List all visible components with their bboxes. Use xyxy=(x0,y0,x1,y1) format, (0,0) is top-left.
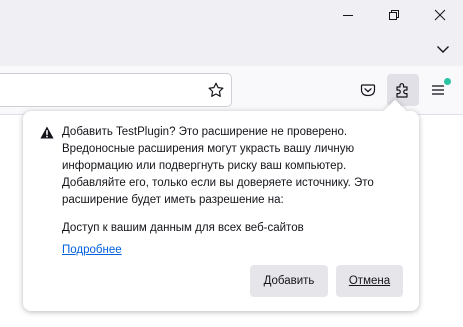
minimize-button[interactable] xyxy=(325,0,371,30)
popup-message-line: Добавить TestPlugin? Это расширение не п… xyxy=(62,126,348,138)
close-button[interactable] xyxy=(417,0,463,30)
cancel-button[interactable]: Отмена xyxy=(336,265,403,297)
bookmark-star-button[interactable] xyxy=(201,75,231,105)
restore-icon xyxy=(389,10,399,20)
url-bar[interactable] xyxy=(0,73,232,107)
minimize-icon xyxy=(343,15,353,16)
add-button[interactable]: Добавить xyxy=(250,265,328,297)
title-bar xyxy=(0,0,463,66)
permission-item: Доступ к вашим данным для всех веб-сайто… xyxy=(62,222,304,234)
app-menu-button[interactable] xyxy=(422,74,454,106)
update-badge xyxy=(444,78,451,85)
popup-message: Добавить TestPlugin? Это расширение не п… xyxy=(62,124,402,209)
cancel-button-label: Отмена xyxy=(348,275,391,287)
list-all-tabs-button[interactable] xyxy=(429,36,457,62)
restore-button[interactable] xyxy=(371,0,417,30)
chevron-down-icon xyxy=(437,46,449,53)
popup-message-line: информацию или подвергнуть риску ваш ком… xyxy=(62,160,347,172)
warning-icon xyxy=(40,126,54,139)
pocket-icon xyxy=(360,84,376,97)
pocket-button[interactable] xyxy=(352,74,384,106)
popup-message-line: Добавляйте его, только если вы доверяете… xyxy=(62,177,374,189)
popup-message-line: расширение будет иметь разрешение на: xyxy=(62,194,284,206)
puzzle-icon xyxy=(396,83,408,98)
close-icon xyxy=(434,9,446,21)
popup-message-line: Вредоносные расширения могут украсть ваш… xyxy=(62,143,355,155)
learn-more-link[interactable]: Подробнее xyxy=(62,242,122,258)
star-icon xyxy=(208,82,224,97)
hamburger-menu-icon xyxy=(432,85,444,95)
